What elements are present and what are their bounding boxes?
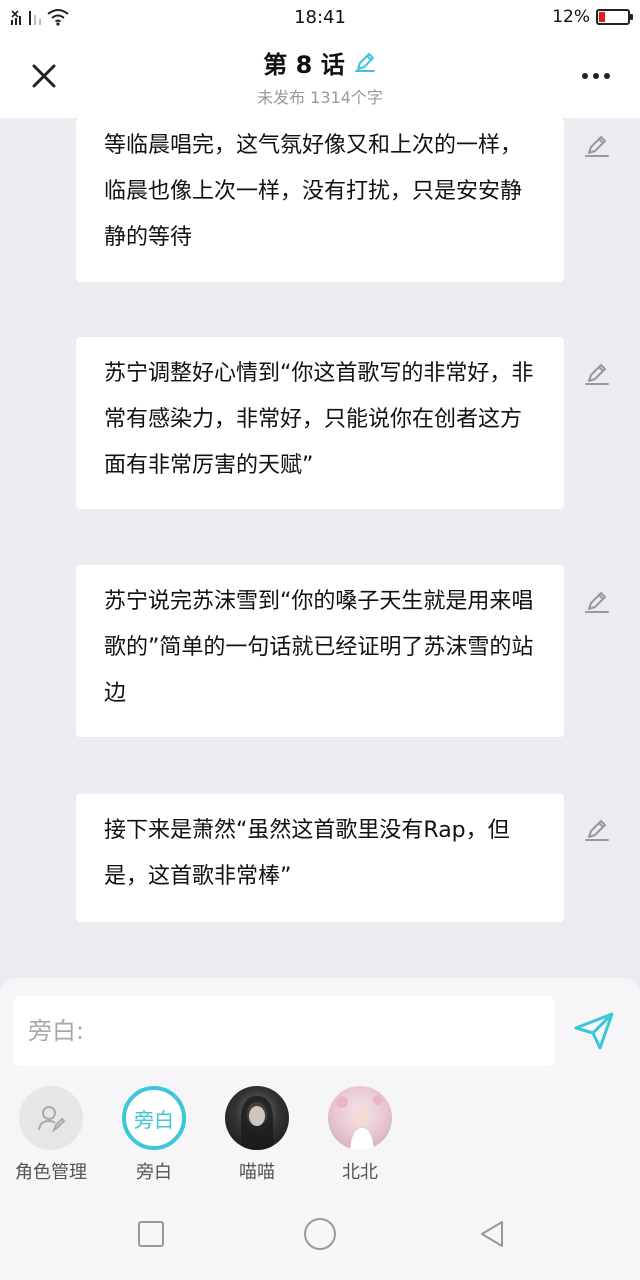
role-label: 旁白 [136, 1162, 172, 1183]
page-subtitle: 未发布 1314个字 [257, 87, 383, 107]
dialogue-text: 苏宁说完苏沫雪到“你的嗓子天生就是用来唱歌的”简单的一句话就已经证明了苏沫雪的站… [104, 589, 534, 706]
battery-level [599, 12, 605, 22]
edit-icon[interactable] [584, 360, 610, 386]
close-icon [32, 64, 56, 88]
status-time: 18:41 [294, 6, 346, 28]
status-left [10, 8, 210, 26]
role-manage-icon [38, 1106, 66, 1133]
role-label: 北北 [342, 1162, 378, 1183]
role-narration[interactable]: 旁白 旁白 [104, 1086, 204, 1184]
role-selector: 角色管理 旁白 旁白 喵喵 北北 [0, 1086, 640, 1186]
dialogue-card[interactable]: 等临晨唱完，这气氛好像又和上次的一样，临晨也像上次一样，没有打扰，只是安安静静的… [76, 118, 564, 282]
recent-apps-icon[interactable] [135, 1218, 167, 1250]
narration-input[interactable] [14, 996, 554, 1066]
header: 第 8 话 未发布 1314个字 [0, 34, 640, 118]
header-title-row: 第 8 话 [263, 45, 376, 80]
sim-icon [11, 10, 21, 25]
more-icon [582, 73, 610, 79]
composer: 角色管理 旁白 旁白 喵喵 [0, 978, 640, 1188]
dialogue-card[interactable]: 苏宁说完苏沫雪到“你的嗓子天生就是用来唱歌的”简单的一句话就已经证明了苏沫雪的站… [76, 565, 564, 737]
signal-icon [29, 11, 41, 25]
avatar [225, 1086, 289, 1150]
status-right: 12% [430, 7, 633, 27]
status-bar: 18:41 12% [0, 0, 640, 34]
dialogue-text: 等临晨唱完，这气氛好像又和上次的一样，临晨也像上次一样，没有打扰，只是安安静静的… [104, 133, 523, 250]
more-button[interactable] [576, 56, 616, 96]
edit-icon[interactable] [584, 588, 610, 614]
dialogue-card[interactable]: 苏宁调整好心情到“你这首歌写的非常好，非常有感染力，非常好，只能说你在创者这方面… [76, 337, 564, 509]
role-label: 角色管理 [15, 1162, 87, 1183]
system-navbar [0, 1188, 640, 1280]
page-title: 第 8 话 [263, 50, 345, 79]
close-button[interactable] [24, 56, 64, 96]
narration-avatar: 旁白 [122, 1086, 186, 1150]
dialogue-list: 等临晨唱完，这气氛好像又和上次的一样，临晨也像上次一样，没有打扰，只是安安静静的… [0, 118, 640, 978]
role-miaomiao[interactable]: 喵喵 [207, 1086, 307, 1184]
dialogue-card[interactable]: 接下来是萧然“虽然这首歌里没有Rap，但是，这首歌非常棒” [76, 794, 564, 922]
battery-percent: 12% [552, 7, 590, 27]
role-label: 喵喵 [239, 1162, 275, 1183]
role-manage-button[interactable]: 角色管理 [1, 1086, 101, 1184]
dialogue-text: 苏宁调整好心情到“你这首歌写的非常好，非常有感染力，非常好，只能说你在创者这方面… [104, 361, 534, 478]
person-photo-icon [241, 1096, 273, 1150]
person-photo-icon [336, 1095, 383, 1150]
send-icon[interactable] [572, 1008, 616, 1052]
dialogue-text: 接下来是萧然“虽然这首歌里没有Rap，但是，这首歌非常棒” [104, 818, 510, 889]
back-icon[interactable] [476, 1218, 508, 1250]
battery-icon [596, 9, 633, 25]
narration-avatar-text: 旁白 [134, 1107, 174, 1132]
edit-icon[interactable] [584, 132, 610, 158]
role-manage-avatar [19, 1086, 83, 1150]
home-icon[interactable] [302, 1216, 338, 1252]
wifi-icon [47, 9, 69, 26]
edit-title-icon[interactable] [353, 50, 377, 74]
edit-icon[interactable] [584, 816, 610, 842]
header-center: 第 8 话 未发布 1314个字 [257, 45, 383, 108]
avatar [328, 1086, 392, 1150]
role-beibei[interactable]: 北北 [310, 1086, 410, 1184]
